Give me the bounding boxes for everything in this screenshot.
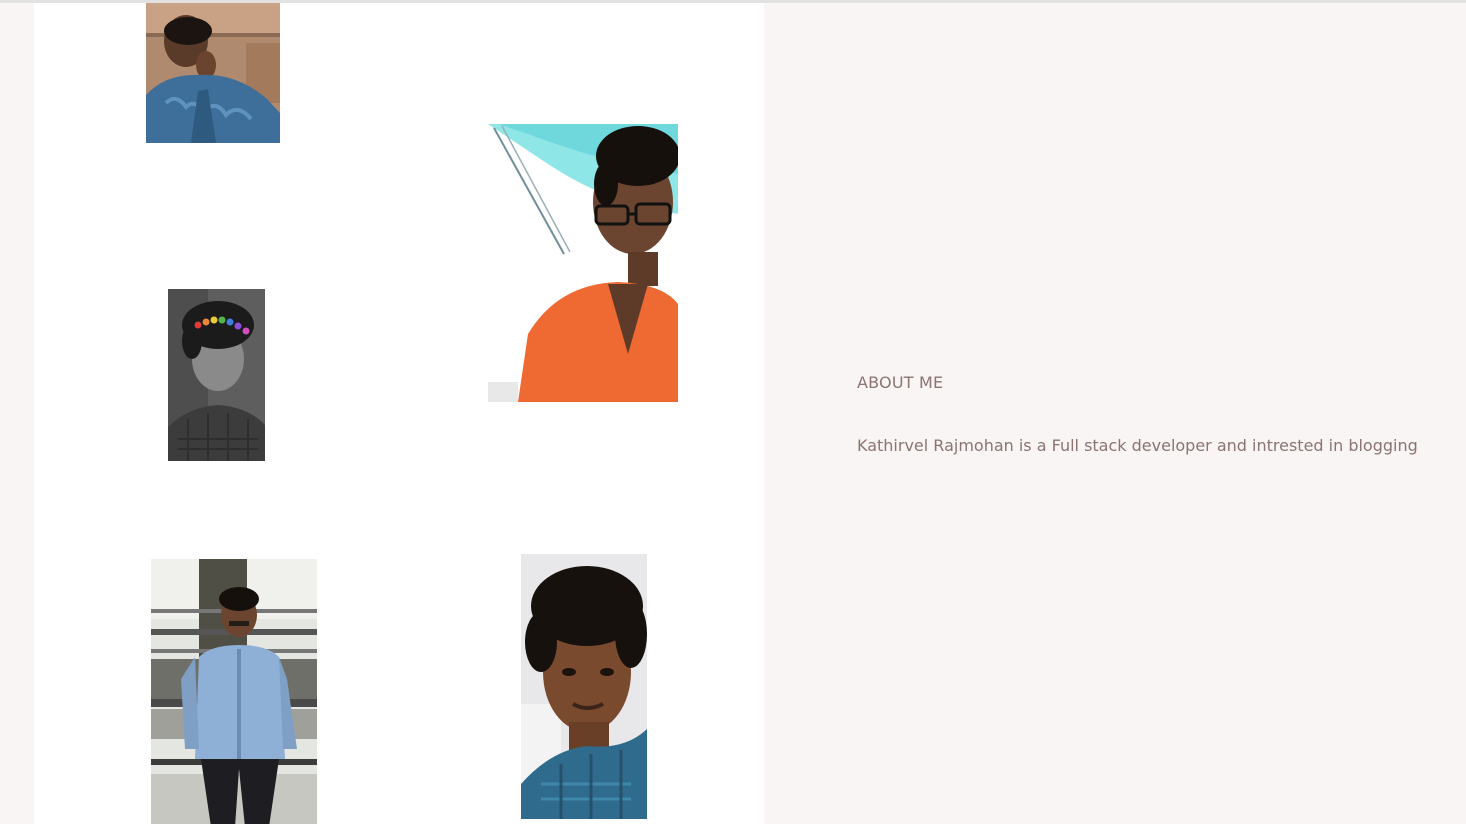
- about-text: Kathirvel Rajmohan is a Full stack devel…: [857, 436, 1418, 455]
- about-heading: ABOUT ME: [857, 373, 944, 392]
- photo-portrait-thinking[interactable]: [146, 3, 280, 143]
- photo-portrait-grayscale-hearts[interactable]: [168, 289, 265, 461]
- photo-gallery: [34, 3, 764, 824]
- photo-portrait-glasses-orange[interactable]: [488, 124, 678, 402]
- about-section: ABOUT ME Kathirvel Rajmohan is a Full st…: [857, 373, 1457, 455]
- page: ABOUT ME Kathirvel Rajmohan is a Full st…: [0, 0, 1466, 824]
- photo-portrait-closeup-curly[interactable]: [521, 554, 647, 819]
- photo-portrait-standing-denim[interactable]: [151, 559, 317, 824]
